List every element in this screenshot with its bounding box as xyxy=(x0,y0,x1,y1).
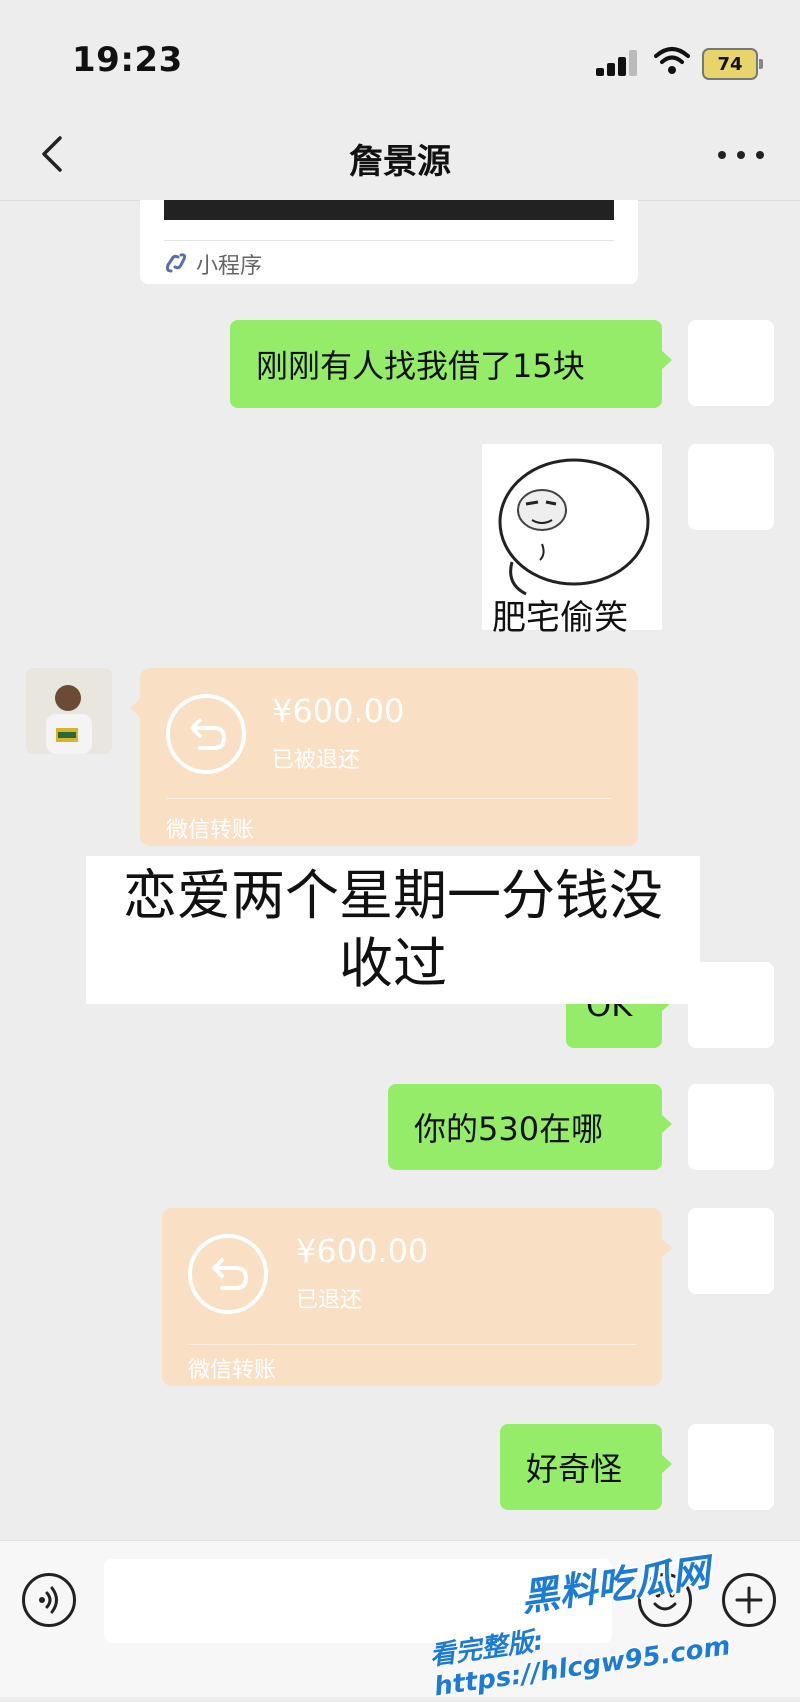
transfer-amount: ¥600.00 xyxy=(272,692,405,730)
battery-icon: 74 xyxy=(702,48,763,80)
overlay-caption-line2: 收过 xyxy=(339,932,447,995)
sticker-caption: 肥宅偷笑 xyxy=(492,598,628,638)
avatar-photo xyxy=(26,668,112,754)
transfer-footer: 微信转账 xyxy=(166,818,255,843)
message-bubble[interactable]: 好奇怪 xyxy=(500,1424,672,1510)
message-bubble[interactable]: 刚刚有人找我借了15块 xyxy=(230,320,672,408)
avatar-self[interactable] xyxy=(688,962,774,1048)
divider xyxy=(188,1344,636,1345)
divider xyxy=(166,798,612,799)
transfer-card[interactable]: ¥600.00 已被退还 微信转账 xyxy=(130,668,638,846)
sticker-message[interactable]: 肥宅偷笑 xyxy=(482,444,662,638)
avatar-contact[interactable] xyxy=(26,668,112,754)
transfer-status: 已退还 xyxy=(296,1288,363,1313)
transfer-footer: 微信转账 xyxy=(188,1358,277,1383)
wifi-icon xyxy=(654,47,690,74)
status-bar: 19:23 74 xyxy=(0,0,800,110)
avatar-self[interactable] xyxy=(688,1208,774,1294)
mini-program-label: 小程序 xyxy=(196,254,263,279)
message-bubble[interactable]: 你的530在哪 xyxy=(388,1084,672,1170)
transfer-amount: ¥600.00 xyxy=(296,1232,429,1270)
message-text: 刚刚有人找我借了15块 xyxy=(256,347,585,385)
battery-level: 74 xyxy=(717,53,743,75)
mini-program-card[interactable]: 小程序 xyxy=(140,200,638,284)
chat-header: 詹景源 xyxy=(0,110,800,201)
message-text: 好奇怪 xyxy=(526,1450,623,1488)
avatar-self[interactable] xyxy=(688,1424,774,1510)
status-time: 19:23 xyxy=(72,40,183,80)
divider xyxy=(164,240,614,241)
link-icon xyxy=(165,253,187,273)
chat-title: 詹景源 xyxy=(349,142,451,182)
refund-arrow-icon xyxy=(188,1234,268,1314)
message-text: 你的530在哪 xyxy=(414,1110,604,1148)
mini-program-thumbnail xyxy=(164,200,614,220)
cellular-signal-icon xyxy=(596,50,638,76)
avatar-self[interactable] xyxy=(688,1084,774,1170)
avatar-self[interactable] xyxy=(688,320,774,406)
transfer-card[interactable]: ¥600.00 已退还 微信转账 xyxy=(162,1208,672,1386)
transfer-status: 已被退还 xyxy=(272,748,361,773)
voice-icon[interactable] xyxy=(22,1573,76,1627)
overlay-caption-line1: 恋爱两个星期一分钱没 xyxy=(123,864,663,927)
overlay-caption: 恋爱两个星期一分钱没 收过 xyxy=(86,856,700,1004)
avatar-self[interactable] xyxy=(688,444,774,530)
more-dots-icon[interactable] xyxy=(718,148,768,162)
refund-arrow-icon xyxy=(166,694,246,774)
